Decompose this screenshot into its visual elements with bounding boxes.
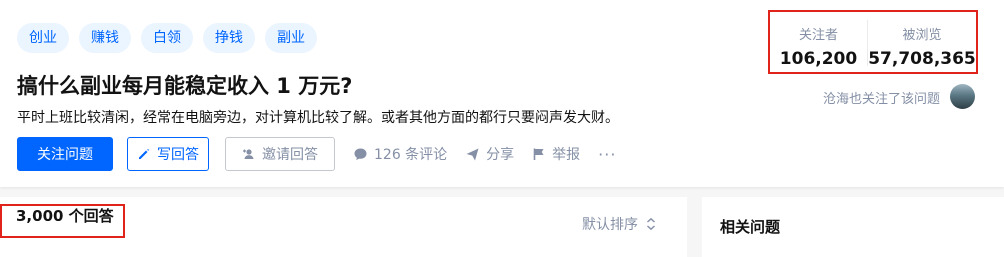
flag-icon — [533, 148, 544, 160]
question-title: 搞什么副业每月能稳定收入 1 万元? — [17, 74, 353, 98]
followers-count: 106,200 — [779, 49, 858, 69]
pencil-icon — [139, 149, 149, 159]
invite-answer-button[interactable]: 邀请回答 — [225, 137, 335, 171]
views-count: 57,708,365 — [868, 49, 976, 69]
more-options-button[interactable]: ··· — [598, 145, 616, 164]
related-questions-card: 相关问题 — [702, 197, 1004, 257]
question-header-card: 创业 赚钱 白领 挣钱 副业 搞什么副业每月能稳定收入 1 万元? 平时上班比较… — [0, 0, 1004, 187]
follow-question-label: 关注问题 — [37, 147, 93, 163]
report-label: 举报 — [552, 147, 581, 163]
question-detail: 平时上班比较清闲，经常在电脑旁边，对计算机比较了解。或者其他方面的都行只要闷声发… — [17, 110, 619, 126]
comments-label: 126 条评论 — [374, 147, 448, 163]
comments-button[interactable]: 126 条评论 — [353, 144, 447, 164]
topic-list: 创业 赚钱 白领 挣钱 副业 — [17, 23, 317, 53]
write-answer-label: 写回答 — [157, 147, 199, 163]
share-button[interactable]: 分享 — [465, 144, 514, 164]
followers-stat[interactable]: 关注者 106,200 — [770, 12, 867, 72]
views-label: 被浏览 — [902, 28, 942, 43]
answers-list-header: 3,000 个回答 默认排序 — [0, 197, 687, 257]
views-stat: 被浏览 57,708,365 — [867, 20, 976, 69]
friend-followed-note[interactable]: 沧海也关注了该问题 — [823, 88, 940, 107]
sort-label: 默认排序 — [582, 217, 638, 233]
share-icon — [466, 148, 479, 160]
topic-tag[interactable]: 副业 — [265, 23, 317, 53]
answers-count: 3,000 个回答 — [16, 207, 114, 225]
follow-question-button[interactable]: 关注问题 — [17, 137, 113, 171]
topic-tag[interactable]: 挣钱 — [203, 23, 255, 53]
avatar[interactable] — [950, 84, 975, 109]
related-questions-title: 相关问题 — [720, 218, 781, 236]
report-button[interactable]: 举报 — [532, 144, 580, 164]
followers-label: 关注者 — [798, 28, 838, 43]
topic-tag[interactable]: 赚钱 — [79, 23, 131, 53]
question-stats: 关注者 106,200 被浏览 57,708,365 — [768, 10, 978, 74]
sort-dropdown[interactable]: 默认排序 — [582, 214, 656, 234]
write-answer-button[interactable]: 写回答 — [127, 137, 209, 171]
question-action-bar: 关注问题 写回答 邀请回答 126 条评论 分享 举报 ··· — [17, 137, 616, 171]
invite-answer-label: 邀请回答 — [262, 147, 318, 163]
topic-tag[interactable]: 创业 — [17, 23, 69, 53]
comment-icon — [354, 148, 367, 160]
invite-user-icon — [243, 149, 254, 159]
topic-tag[interactable]: 白领 — [141, 23, 193, 53]
share-label: 分享 — [486, 147, 515, 163]
sort-icon — [647, 217, 655, 231]
